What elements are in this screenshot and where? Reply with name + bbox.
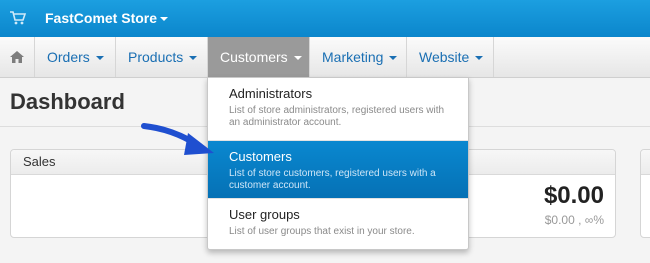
side-panel xyxy=(640,149,650,238)
nav-home[interactable] xyxy=(0,37,35,77)
nav-orders[interactable]: Orders xyxy=(35,37,116,77)
nav-products[interactable]: Products xyxy=(116,37,208,77)
sales-total: $0.00 xyxy=(543,182,604,209)
chevron-down-icon xyxy=(293,56,302,61)
menu-item-description: List of store customers, registered user… xyxy=(229,168,436,191)
cart-icon[interactable] xyxy=(9,10,27,26)
side-panel-header xyxy=(641,150,650,175)
menu-item-description: List of user groups that exist in your s… xyxy=(229,226,415,237)
page-title: Dashboard xyxy=(10,89,125,114)
nav-marketing-label: Marketing xyxy=(322,49,384,65)
chevron-down-icon xyxy=(389,56,398,61)
store-switcher[interactable]: FastComet Store xyxy=(45,10,169,26)
menu-item-user-groups[interactable]: User groups List of user groups that exi… xyxy=(208,199,468,249)
customers-dropdown-menu: Administrators List of store administrat… xyxy=(207,77,469,250)
menu-item-description: List of store administrators, registered… xyxy=(229,105,445,128)
nav-customers[interactable]: Customers xyxy=(208,37,310,77)
menu-item-title: Customers xyxy=(229,149,292,164)
nav-orders-label: Orders xyxy=(47,49,90,65)
chevron-down-icon xyxy=(475,56,484,61)
home-icon xyxy=(10,51,24,63)
menu-item-administrators[interactable]: Administrators List of store administrat… xyxy=(208,78,468,140)
pointer-arrow-icon xyxy=(141,123,214,155)
chevron-down-icon xyxy=(95,56,104,61)
store-name: FastComet Store xyxy=(45,10,158,26)
menu-item-customers[interactable]: Customers List of store customers, regis… xyxy=(208,141,468,198)
chevron-down-icon xyxy=(160,17,169,22)
nav-customers-label: Customers xyxy=(220,49,288,65)
nav-website[interactable]: Website xyxy=(407,37,494,77)
nav-products-label: Products xyxy=(128,49,184,65)
menu-item-title: Administrators xyxy=(229,86,313,101)
chevron-down-icon xyxy=(189,56,198,61)
sales-change: $0.00 , ∞% xyxy=(544,213,604,227)
top-bar: FastComet Store xyxy=(0,0,650,37)
main-nav: Orders Products Customers Marketing Webs… xyxy=(0,37,650,78)
menu-item-title: User groups xyxy=(229,207,300,222)
nav-marketing[interactable]: Marketing xyxy=(310,37,407,77)
nav-website-label: Website xyxy=(419,49,470,65)
